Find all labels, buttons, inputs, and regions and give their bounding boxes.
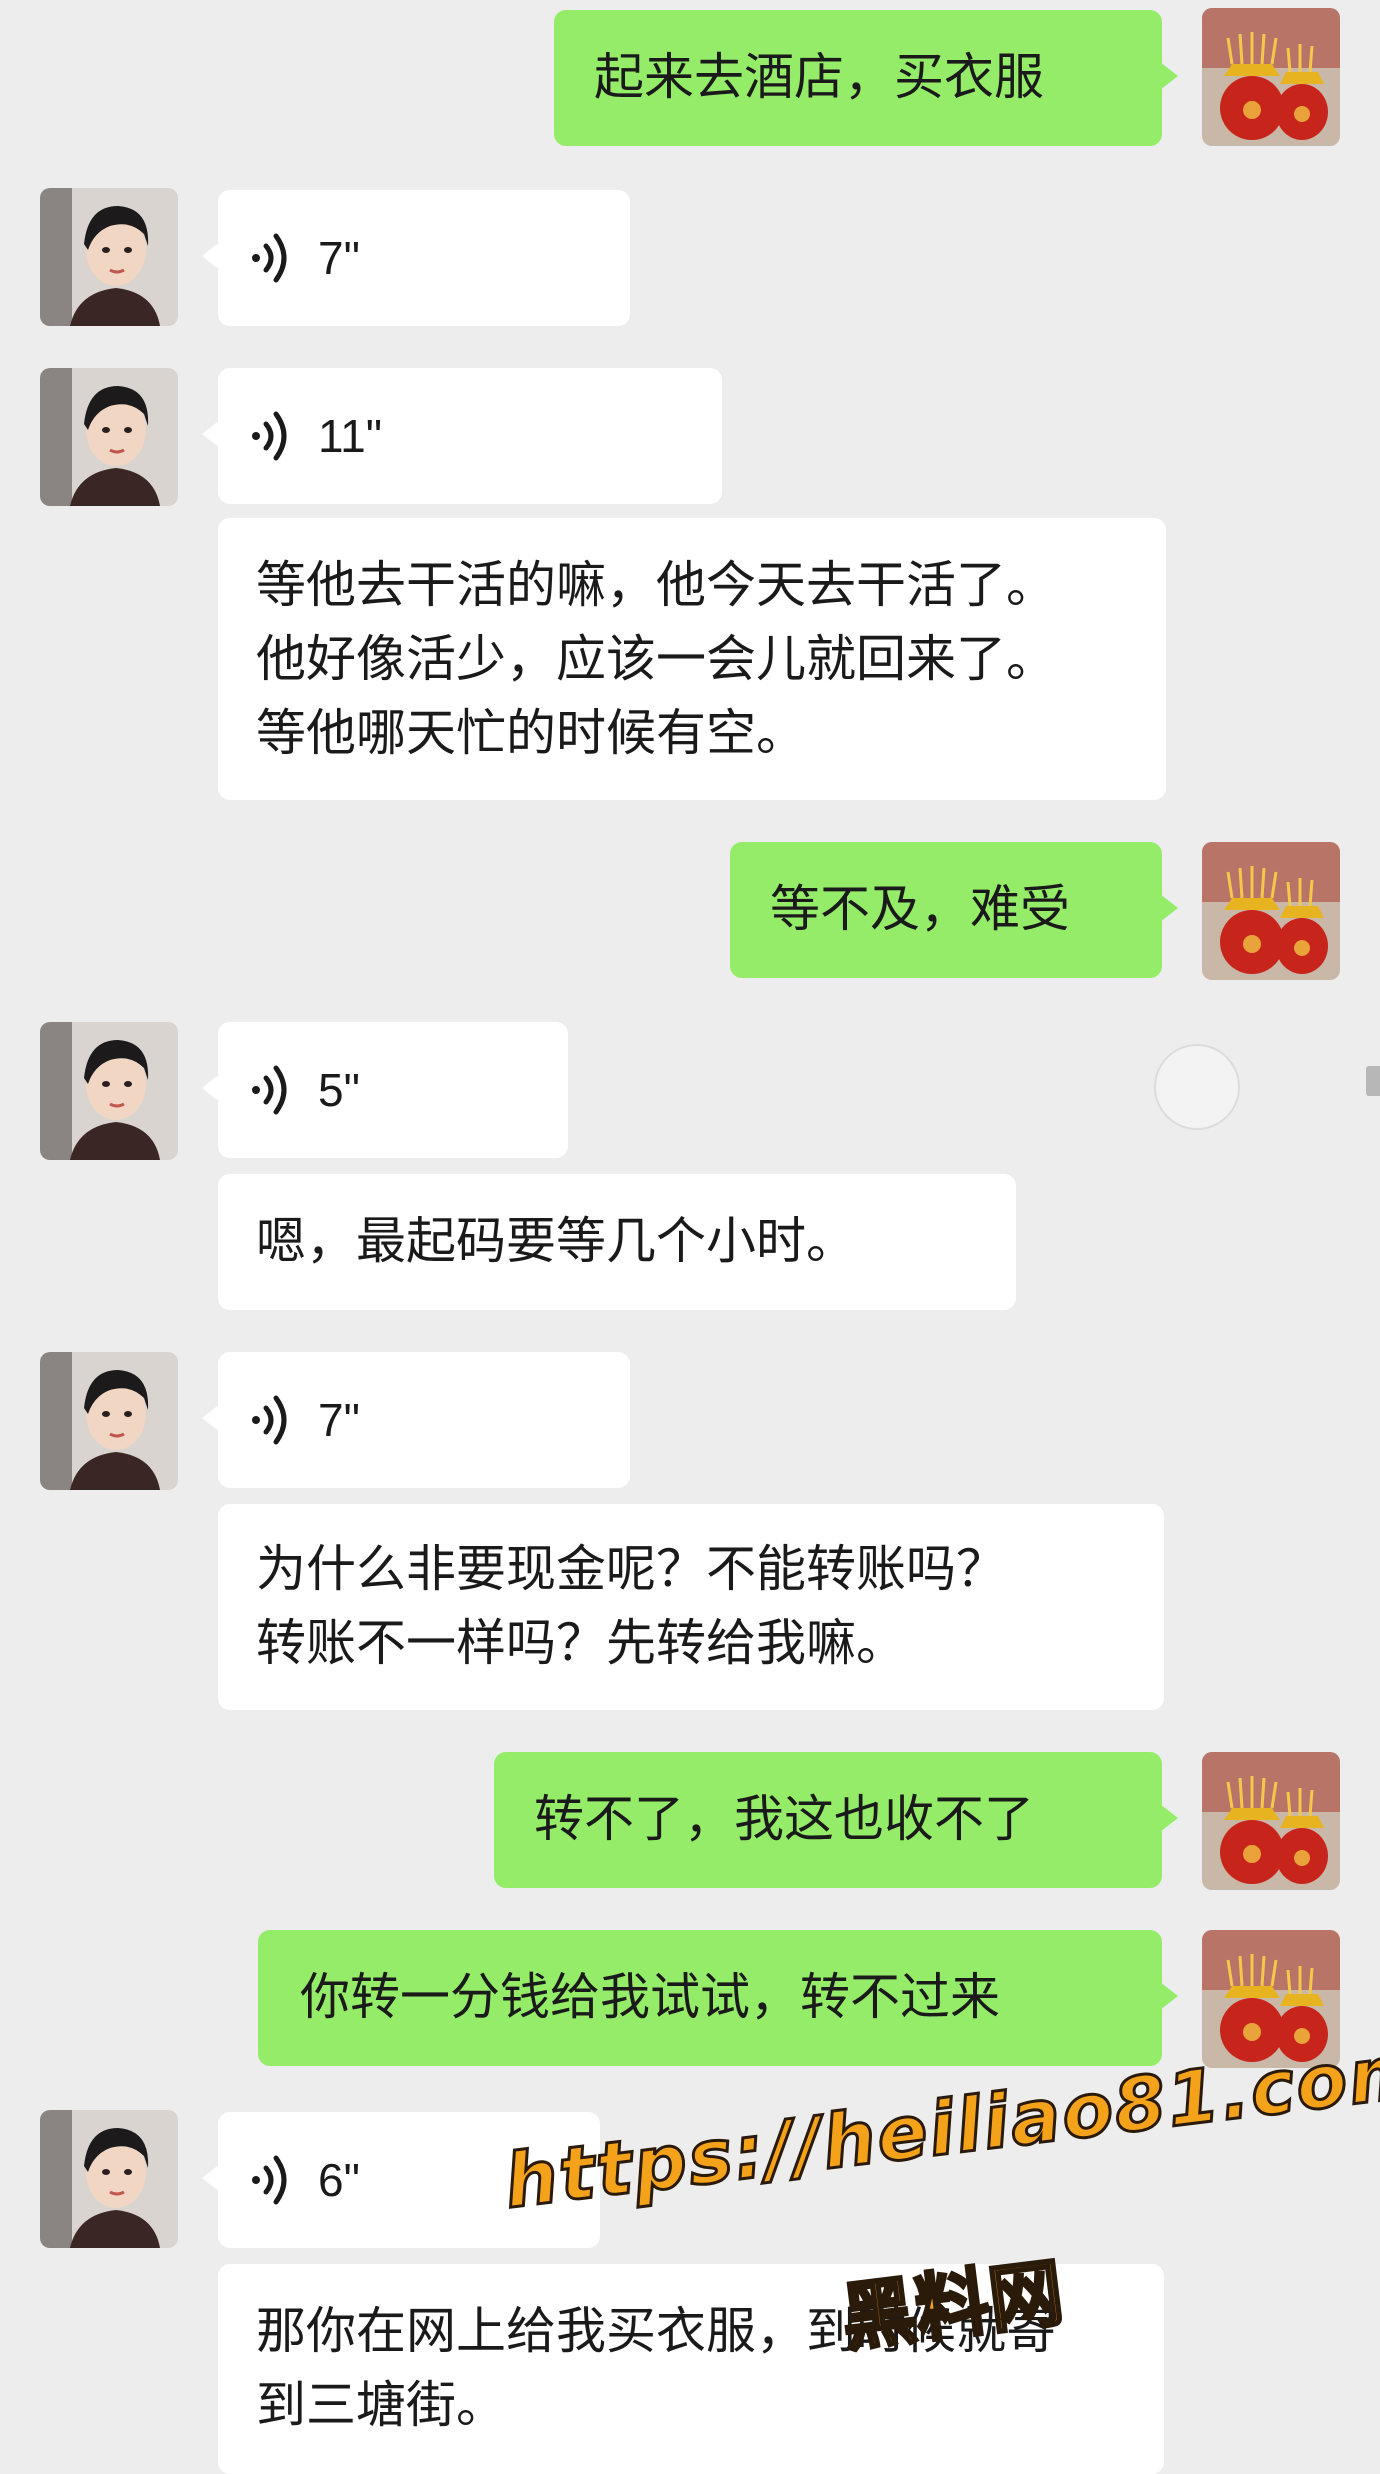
voice-duration: 11" bbox=[318, 410, 383, 462]
outgoing-message-bubble[interactable]: 转不了，我这也收不了 bbox=[494, 1752, 1178, 1888]
incoming-message-bubble[interactable]: 那你在网上给我买衣服，到时候就寄 到三塘街。 bbox=[218, 2264, 1164, 2474]
floating-circle-button[interactable] bbox=[1154, 1044, 1240, 1130]
message-text: 等不及，难受 bbox=[770, 880, 1070, 938]
incoming-voice-bubble[interactable]: 7" bbox=[202, 1352, 630, 1488]
message-text: 等他去干活的嘛，他今天去干活了。 他好像活少，应该一会儿就回来了。 等他哪天忙的… bbox=[256, 556, 1056, 762]
voice-duration: 5" bbox=[318, 1064, 360, 1116]
incoming-message-bubble[interactable]: 等他去干活的嘛，他今天去干活了。 他好像活少，应该一会儿就回来了。 等他哪天忙的… bbox=[218, 518, 1166, 800]
woman-portrait-icon bbox=[40, 1022, 178, 1160]
voice-duration: 6" bbox=[318, 2154, 360, 2206]
contact-avatar[interactable] bbox=[40, 1022, 178, 1160]
voice-wave-icon bbox=[252, 2155, 287, 2205]
message-text: 起来去酒店，买衣服 bbox=[594, 48, 1044, 106]
woman-portrait-icon bbox=[40, 2110, 178, 2248]
voice-wave-icon bbox=[252, 1395, 287, 1445]
incoming-message-bubble[interactable]: 嗯，最起码要等几个小时。 bbox=[218, 1174, 1016, 1310]
outgoing-message-bubble[interactable]: 起来去酒店，买衣服 bbox=[554, 10, 1178, 146]
self-avatar[interactable] bbox=[1202, 1930, 1340, 2068]
message-text: 你转一分钱给我试试，转不过来 bbox=[300, 1968, 1000, 2026]
voice-wave-icon bbox=[252, 1065, 287, 1115]
message-text: 嗯，最起码要等几个小时。 bbox=[256, 1212, 856, 1270]
outgoing-message-bubble[interactable]: 等不及，难受 bbox=[730, 842, 1178, 978]
red-fortune-bags-icon bbox=[1202, 1930, 1340, 2068]
self-avatar[interactable] bbox=[1202, 8, 1340, 146]
woman-portrait-icon bbox=[40, 368, 178, 506]
contact-avatar[interactable] bbox=[40, 1352, 178, 1490]
red-fortune-bags-icon bbox=[1202, 842, 1340, 980]
contact-avatar[interactable] bbox=[40, 368, 178, 506]
red-fortune-bags-icon bbox=[1202, 1752, 1340, 1890]
chat-view: 起来去酒店，买衣服 7" 11" 等他去干活的嘛，他今天去干活了。 他好像活少，… bbox=[0, 0, 1380, 2474]
side-edge-handle[interactable] bbox=[1366, 1066, 1380, 1096]
message-text: 转不了，我这也收不了 bbox=[534, 1790, 1034, 1848]
voice-wave-icon bbox=[252, 411, 287, 461]
red-fortune-bags-icon bbox=[1202, 8, 1340, 146]
outgoing-message-bubble[interactable]: 你转一分钱给我试试，转不过来 bbox=[258, 1930, 1178, 2066]
incoming-voice-bubble[interactable]: 7" bbox=[202, 190, 630, 326]
incoming-message-bubble[interactable]: 为什么非要现金呢？不能转账吗？ 转账不一样吗？先转给我嘛。 bbox=[218, 1504, 1164, 1710]
incoming-voice-bubble[interactable]: 6" bbox=[202, 2112, 600, 2248]
message-text: 那你在网上给我买衣服，到时候就寄 到三塘街。 bbox=[256, 2302, 1056, 2434]
incoming-voice-bubble[interactable]: 5" bbox=[202, 1022, 568, 1158]
message-text: 为什么非要现金呢？不能转账吗？ 转账不一样吗？先转给我嘛。 bbox=[256, 1540, 1006, 1672]
incoming-voice-bubble[interactable]: 11" bbox=[202, 368, 722, 504]
voice-wave-icon bbox=[252, 233, 287, 283]
self-avatar[interactable] bbox=[1202, 842, 1340, 980]
voice-duration: 7" bbox=[318, 1394, 360, 1446]
woman-portrait-icon bbox=[40, 188, 178, 326]
contact-avatar[interactable] bbox=[40, 188, 178, 326]
self-avatar[interactable] bbox=[1202, 1752, 1340, 1890]
woman-portrait-icon bbox=[40, 1352, 178, 1490]
contact-avatar[interactable] bbox=[40, 2110, 178, 2248]
voice-duration: 7" bbox=[318, 232, 360, 284]
